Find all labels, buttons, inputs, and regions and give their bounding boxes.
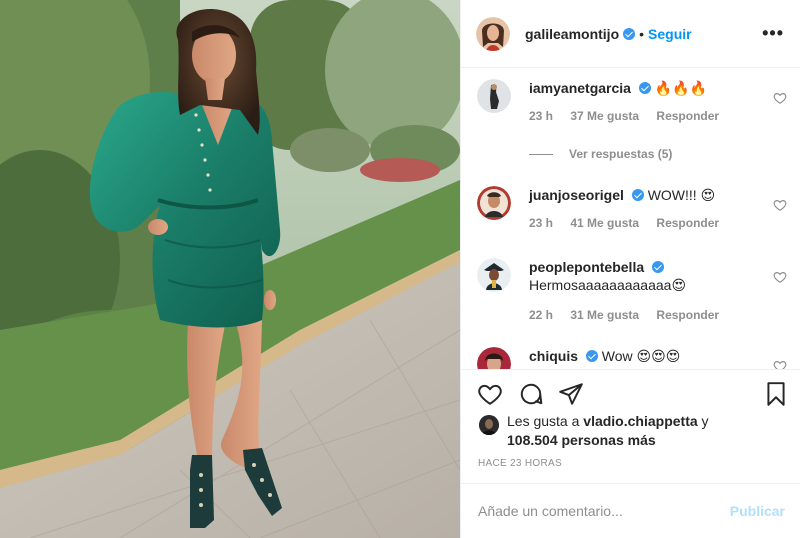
commenter-avatar[interactable] bbox=[477, 347, 511, 369]
post-side-panel: galileamontijo • Seguir ••• iamyanetgarc… bbox=[460, 0, 800, 538]
liker-avatar[interactable] bbox=[479, 415, 499, 435]
author-username[interactable]: galileamontijo bbox=[525, 26, 619, 42]
comment-likes-count[interactable]: 31 Me gusta bbox=[570, 308, 639, 322]
post-header: galileamontijo • Seguir ••• bbox=[461, 0, 800, 68]
likes-prefix: Les gusta a bbox=[507, 413, 584, 429]
commenter-avatar[interactable] bbox=[477, 79, 511, 113]
liker-username[interactable]: vladio.chiappetta bbox=[583, 413, 697, 429]
comments-list: iamyanetgarcia 🔥🔥🔥 23 h 37 Me gusta Resp… bbox=[461, 69, 800, 369]
paper-plane-icon[interactable] bbox=[558, 381, 584, 407]
comment-input[interactable]: Añade un comentario... bbox=[478, 503, 730, 519]
post-timestamp[interactable]: HACE 23 HORAS bbox=[478, 458, 562, 469]
comment-line: iamyanetgarcia 🔥🔥🔥 bbox=[529, 79, 769, 97]
comment-time[interactable]: 23 h bbox=[529, 109, 553, 123]
comment-text: 🔥🔥🔥 bbox=[654, 80, 708, 96]
view-replies-label: Ver respuestas (5) bbox=[569, 147, 673, 161]
post-action-bar bbox=[461, 369, 800, 417]
comment-likes-count[interactable]: 37 Me gusta bbox=[570, 109, 639, 123]
author-avatar[interactable] bbox=[476, 16, 510, 51]
comment-likes-count[interactable]: 41 Me gusta bbox=[570, 216, 639, 230]
comment-meta: 23 h 41 Me gusta Responder bbox=[529, 216, 769, 230]
verified-badge-icon bbox=[638, 82, 651, 94]
comment-like-heart-icon[interactable] bbox=[773, 198, 787, 212]
comment-time[interactable]: 22 h bbox=[529, 308, 553, 322]
follow-button[interactable]: Seguir bbox=[648, 26, 692, 42]
comment-like-heart-icon[interactable] bbox=[773, 91, 787, 105]
publish-button[interactable]: Publicar bbox=[730, 503, 785, 519]
more-options-icon[interactable]: ••• bbox=[762, 23, 784, 44]
verified-badge-icon bbox=[623, 27, 636, 40]
verified-badge-icon bbox=[585, 350, 598, 362]
reply-button[interactable]: Responder bbox=[656, 216, 719, 230]
reply-button[interactable]: Responder bbox=[656, 109, 719, 123]
view-replies-button[interactable]: Ver respuestas (5) bbox=[529, 147, 672, 161]
reply-button[interactable]: Responder bbox=[656, 308, 719, 322]
comment-username[interactable]: peoplepontebella bbox=[529, 259, 644, 275]
comment-body: peoplepontebella Hermosaaaaaaaaaaaa😍 22 … bbox=[529, 258, 769, 322]
commenter-avatar[interactable] bbox=[477, 186, 511, 220]
likes-summary: Les gusta a vladio.chiappetta y 108.504 … bbox=[479, 412, 789, 450]
comment-like-heart-icon[interactable] bbox=[773, 359, 787, 369]
comment-line: chiquis Wow 😍😍😍 bbox=[529, 347, 769, 365]
post-photo-illustration bbox=[0, 0, 460, 538]
comment-like-heart-icon[interactable] bbox=[773, 270, 787, 284]
comment-line: peoplepontebella bbox=[529, 258, 769, 276]
comment-username[interactable]: iamyanetgarcia bbox=[529, 80, 631, 96]
comment-username[interactable]: juanjoseorigel bbox=[529, 187, 624, 203]
comment-body: chiquis Wow 😍😍😍 bbox=[529, 347, 769, 365]
verified-badge-icon bbox=[652, 261, 665, 273]
comment-text: Wow 😍😍😍 bbox=[601, 348, 681, 364]
heart-icon[interactable] bbox=[477, 381, 503, 407]
comment-text: Hermosaaaaaaaaaaaa😍 bbox=[529, 277, 687, 293]
comment-body: juanjoseorigel WOW!!! 😍 23 h 41 Me gusta… bbox=[529, 186, 769, 230]
comment-body: iamyanetgarcia 🔥🔥🔥 23 h 37 Me gusta Resp… bbox=[529, 79, 769, 123]
comment-text: WOW!!! 😍 bbox=[647, 187, 716, 203]
comment-meta: 23 h 37 Me gusta Responder bbox=[529, 109, 769, 123]
comment-line: juanjoseorigel WOW!!! 😍 bbox=[529, 186, 769, 204]
bookmark-icon[interactable] bbox=[763, 381, 789, 407]
post-photo[interactable] bbox=[0, 0, 460, 538]
comment-meta: 22 h 31 Me gusta Responder bbox=[529, 308, 769, 322]
instagram-post-window: galileamontijo • Seguir ••• iamyanetgarc… bbox=[0, 0, 800, 538]
likes-connector: y bbox=[697, 413, 709, 429]
separator-dot: • bbox=[639, 25, 645, 42]
comment-username[interactable]: chiquis bbox=[529, 348, 578, 364]
comment-icon[interactable] bbox=[518, 381, 544, 407]
add-comment-bar: Añade un comentario... Publicar bbox=[461, 483, 800, 538]
commenter-avatar[interactable] bbox=[477, 258, 511, 292]
likes-count[interactable]: 108.504 personas más bbox=[507, 432, 656, 448]
verified-badge-icon bbox=[631, 189, 644, 201]
likes-text: Les gusta a vladio.chiappetta y 108.504 … bbox=[507, 412, 789, 450]
comment-time[interactable]: 23 h bbox=[529, 216, 553, 230]
replies-divider-line bbox=[529, 153, 553, 155]
